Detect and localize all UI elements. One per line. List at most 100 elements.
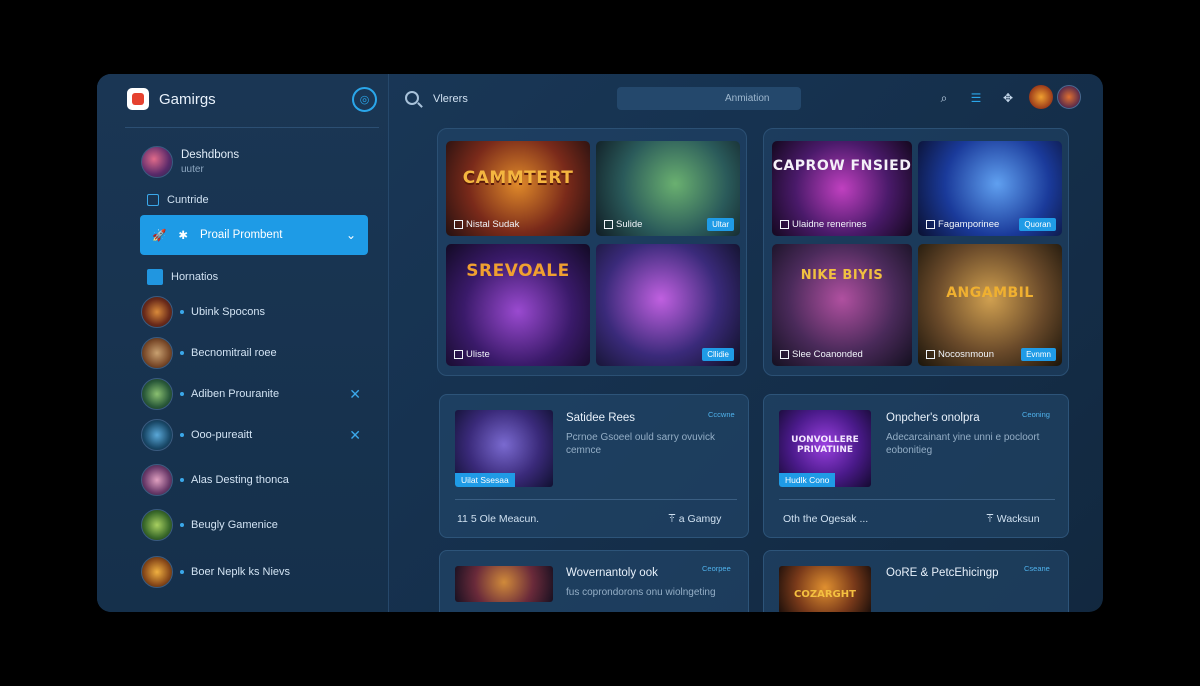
- card-title: Wovernantoly ook: [566, 567, 658, 579]
- card-footer-left: 11 5 Ole Meacun.: [457, 513, 540, 525]
- app-name: Gamirgs: [159, 90, 216, 108]
- avatar: [141, 556, 173, 588]
- promo-label: Proail Prombent: [199, 229, 283, 241]
- game-tile[interactable]: CAMMTERT Nistal Sudak: [446, 141, 590, 236]
- friend-name: Ooo-pureaitt: [191, 429, 253, 441]
- avatar[interactable]: [1029, 85, 1053, 109]
- game-tile[interactable]: Cllidie: [596, 244, 740, 366]
- tile-label: Nistal Sudak: [454, 219, 519, 230]
- avatar: [141, 419, 173, 451]
- avatar: [141, 378, 173, 410]
- sidebar-item-cuntride[interactable]: Cuntride: [147, 194, 209, 206]
- profile-name: Deshdbons: [181, 149, 240, 161]
- game-grid-panel: CAPROW FNSIED Ulaidne renerines Fagampor…: [763, 128, 1069, 376]
- friend-item[interactable]: Boer Neplk ks Nievs: [141, 556, 361, 588]
- friend-name: Beugly Gamenice: [191, 519, 278, 531]
- friend-item[interactable]: Beugly Gamenice: [141, 509, 361, 541]
- thumbnail-title: COZARGHT: [794, 589, 856, 601]
- game-tile[interactable]: CAPROW FNSIED Ulaidne renerines: [772, 141, 912, 236]
- tile-label: Nocosnmoun: [926, 349, 994, 360]
- status-dot: [180, 570, 184, 574]
- promo-button[interactable]: 🚀 ✱ Proail Prombent ⌄: [140, 215, 368, 255]
- tile-title: NIKE BIYIS: [800, 268, 884, 284]
- app-window: Gamirgs ◎ Deshdbons uuter Cuntride 🚀 ✱ P…: [97, 74, 1103, 612]
- friend-item[interactable]: Alas Desting thonca: [141, 464, 361, 496]
- person-icon: ꔉ: [986, 513, 997, 525]
- news-card[interactable]: COZARGHT OoRE & PetcEhicingp Cseane: [763, 550, 1069, 612]
- tile-label: Sulide: [604, 219, 642, 230]
- friend-item[interactable]: Becnomitrail roee: [141, 337, 361, 369]
- avatar: [141, 146, 173, 178]
- sparkle-icon: ✱: [178, 230, 188, 242]
- tile-badge: Evnmn: [1021, 348, 1056, 361]
- square-filled-icon: [147, 269, 163, 285]
- friend-name: Becnomitrail roee: [191, 347, 277, 359]
- tile-label: Fagamporinee: [926, 219, 999, 230]
- card-tag: Cccwne: [708, 410, 735, 419]
- game-grid-panel: CAMMTERT Nistal Sudak Sulide Ultar SREVO…: [437, 128, 747, 376]
- card-title: OoRE & PetcEhicingp: [886, 567, 999, 579]
- status-dot: [180, 310, 184, 314]
- card-footer-right-label: a Gamgy: [678, 513, 722, 525]
- card-footer-right-label: Wacksun: [996, 513, 1040, 525]
- status-dot: [180, 392, 184, 396]
- avatar: [141, 464, 173, 496]
- status-dot: [180, 351, 184, 355]
- square-icon: [147, 194, 159, 206]
- user-profile[interactable]: Deshdbons uuter: [141, 146, 239, 178]
- tile-title: CAPROW FNSIED: [772, 158, 912, 175]
- circle-menu-icon[interactable]: ◎: [352, 87, 377, 112]
- card-footer-right: ꔉ Wacksun: [986, 513, 1040, 526]
- game-tile[interactable]: Sulide Ultar: [596, 141, 740, 236]
- search-icon[interactable]: ⌕: [935, 89, 953, 107]
- profile-subtitle: uuter: [181, 164, 204, 175]
- friend-name: Adiben Prouranite: [191, 388, 280, 400]
- search-input[interactable]: Anmiation: [617, 87, 801, 110]
- close-icon[interactable]: ✕: [349, 386, 361, 403]
- friend-item[interactable]: Ooo-pureaitt ✕: [141, 419, 361, 451]
- search-icon[interactable]: [405, 91, 419, 105]
- news-card[interactable]: UONVOLLERE PRIVATIINE Hudlk Cono Onpcher…: [763, 394, 1069, 538]
- gamepad-icon[interactable]: ✥: [999, 89, 1017, 107]
- friend-name: Alas Desting thonca: [191, 474, 289, 486]
- avatar: [141, 509, 173, 541]
- sidebar-item-hornatios[interactable]: Hornatios: [147, 269, 218, 285]
- tile-title: ANGAMBIL: [946, 285, 1034, 302]
- card-divider: [779, 499, 1055, 500]
- close-icon[interactable]: ✕: [349, 427, 361, 444]
- avatar: [141, 296, 173, 328]
- status-dot: [180, 478, 184, 482]
- friend-item[interactable]: Adiben Prouranite ✕: [141, 378, 361, 410]
- card-thumbnail: COZARGHT: [779, 566, 871, 612]
- brand[interactable]: Gamirgs: [127, 88, 216, 110]
- list-icon[interactable]: ☰: [967, 89, 985, 107]
- sidebar-item-label: Cuntride: [167, 194, 209, 206]
- sidebar-divider: [125, 127, 379, 128]
- tile-badge: Quoran: [1019, 218, 1056, 231]
- app-logo-icon: [127, 88, 149, 110]
- card-title: Satidee Rees: [566, 412, 636, 424]
- game-tile[interactable]: SREVOALE Uliste: [446, 244, 590, 366]
- news-card[interactable]: Wovernantoly ook Ceorpee fus coprondoron…: [439, 550, 749, 612]
- thumbnail-title: UONVOLLERE PRIVATIINE: [791, 434, 859, 455]
- card-description: Pcrnoe Gsoeel ould sarry ovuvick cemnce: [566, 432, 715, 456]
- friend-name: Boer Neplk ks Nievs: [191, 566, 291, 578]
- card-thumbnail: UONVOLLERE PRIVATIINE Hudlk Cono: [779, 410, 871, 487]
- thumbnail-tag: Hudlk Cono: [779, 473, 836, 487]
- friend-item[interactable]: Ubink Spocons: [141, 296, 361, 328]
- card-tag: Cseane: [1024, 564, 1050, 573]
- card-description: fus coprondorons onu wiolngeting: [566, 587, 716, 598]
- game-tile[interactable]: Fagamporinee Quoran: [918, 141, 1062, 236]
- game-tile[interactable]: ANGAMBIL Nocosnmoun Evnmn: [918, 244, 1062, 366]
- card-footer-right: ꔉ a Gamgy: [668, 513, 721, 526]
- thumbnail-tag: Uilat Ssesaa: [455, 473, 515, 487]
- tile-badge: Ultar: [707, 218, 734, 231]
- tile-label: Slee Coanonded: [780, 349, 863, 360]
- game-tile[interactable]: NIKE BIYIS Slee Coanonded: [772, 244, 912, 366]
- card-thumbnail: Uilat Ssesaa: [455, 410, 553, 487]
- news-card[interactable]: Uilat Ssesaa Satidee Rees Cccwne Pcrnoe …: [439, 394, 749, 538]
- avatar[interactable]: [1057, 85, 1081, 109]
- friend-name: Ubink Spocons: [191, 306, 265, 318]
- sidebar-item-label: Hornatios: [171, 271, 219, 283]
- card-divider: [455, 499, 737, 500]
